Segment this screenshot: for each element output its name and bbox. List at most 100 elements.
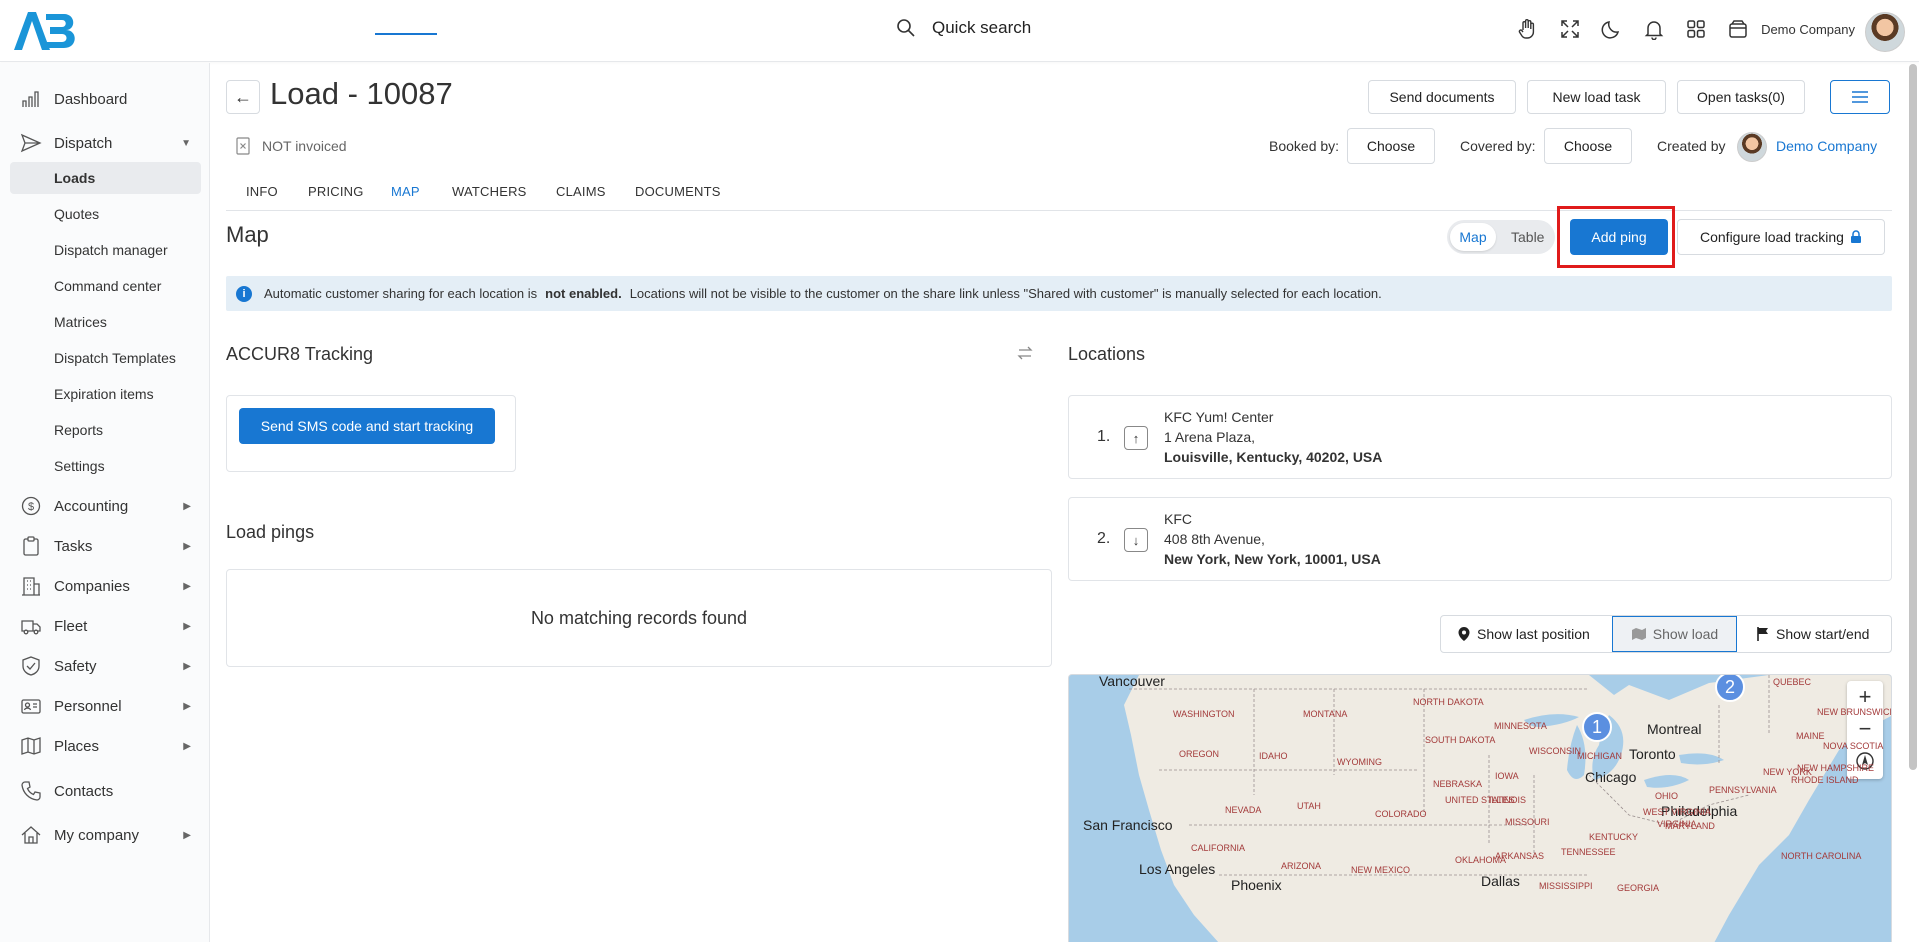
svg-text:$: $ bbox=[28, 501, 34, 513]
map-pin-icon bbox=[1458, 627, 1470, 641]
map-icon bbox=[21, 737, 41, 755]
sidebar-item-safety[interactable]: Safety ▶ bbox=[10, 650, 201, 682]
active-tab-indicator bbox=[375, 33, 437, 35]
map-state-label: WYOMING bbox=[1337, 757, 1382, 767]
sidebar-item-label: Places bbox=[54, 737, 100, 755]
sidebar-subitem-command-center[interactable]: Command center bbox=[10, 270, 201, 302]
hamburger-menu-button[interactable] bbox=[1830, 80, 1890, 114]
map-city-label: San Francisco bbox=[1083, 817, 1173, 833]
quick-search[interactable]: Quick search bbox=[896, 18, 1031, 38]
location-name: KFC bbox=[1164, 511, 1192, 527]
info-icon: i bbox=[236, 285, 252, 302]
sidebar-item-label: Dispatch bbox=[54, 134, 113, 152]
map-stop-pin[interactable]: 1 bbox=[1582, 712, 1612, 742]
sidebar-item-fleet[interactable]: Fleet ▶ bbox=[10, 610, 201, 642]
map-state-label: CALIFORNIA bbox=[1191, 843, 1246, 853]
map-state-label: WEST VIRGINIA bbox=[1643, 807, 1711, 817]
new-load-task-button[interactable]: New load task bbox=[1527, 80, 1666, 114]
map-section-title: Map bbox=[226, 222, 269, 247]
show-load-button[interactable]: Show load bbox=[1612, 616, 1737, 652]
truck-icon bbox=[21, 620, 41, 635]
fullscreen-icon[interactable] bbox=[1559, 18, 1581, 40]
map-city-label: Montreal bbox=[1647, 721, 1702, 737]
sidebar-subitem-quotes[interactable]: Quotes bbox=[10, 198, 201, 230]
company-name[interactable]: Demo Company bbox=[1761, 22, 1855, 37]
send-sms-tracking-button[interactable]: Send SMS code and start tracking bbox=[239, 408, 495, 444]
tab-watchers[interactable]: WATCHERS bbox=[452, 184, 527, 199]
tab-claims[interactable]: CLAIMS bbox=[556, 184, 606, 199]
add-ping-button[interactable]: Add ping bbox=[1570, 219, 1668, 255]
invoice-status: NOT invoiced bbox=[236, 137, 347, 155]
invoice-icon bbox=[236, 137, 250, 155]
banner-prefix: Automatic customer sharing for each loca… bbox=[264, 286, 538, 301]
chevron-right-icon: ▶ bbox=[183, 660, 191, 672]
sidebar-item-places[interactable]: Places ▶ bbox=[10, 730, 201, 762]
location-street: 1 Arena Plaza, bbox=[1164, 429, 1256, 445]
bar-chart-icon bbox=[22, 91, 39, 107]
lock-icon bbox=[1850, 230, 1861, 243]
sidebar-item-personnel[interactable]: Personnel ▶ bbox=[10, 690, 201, 722]
app-logo[interactable] bbox=[12, 8, 82, 52]
sidebar-subitem-settings[interactable]: Settings bbox=[10, 450, 201, 482]
created-by-link[interactable]: Demo Company bbox=[1776, 138, 1877, 154]
map-state-label: GEORGIA bbox=[1617, 883, 1660, 893]
map-state-label: TENNESSEE bbox=[1561, 847, 1616, 857]
map-state-label: COLORADO bbox=[1375, 809, 1427, 819]
toggle-map-button[interactable]: Map bbox=[1450, 223, 1496, 251]
hand-icon[interactable] bbox=[1517, 18, 1539, 40]
send-documents-button[interactable]: Send documents bbox=[1368, 80, 1516, 114]
sidebar-item-tasks[interactable]: Tasks ▶ bbox=[10, 530, 201, 562]
sidebar: Dashboard Dispatch ▼ Loads Quotes Dispat… bbox=[0, 63, 210, 942]
tab-info[interactable]: INFO bbox=[246, 184, 278, 199]
show-last-position-button[interactable]: Show last position bbox=[1457, 616, 1590, 652]
sharing-info-banner: i Automatic customer sharing for each lo… bbox=[226, 276, 1892, 311]
banner-bold: not enabled. bbox=[545, 286, 622, 301]
sidebar-subitem-reports[interactable]: Reports bbox=[10, 414, 201, 446]
tracking-title: ACCUR8 Tracking bbox=[226, 344, 374, 364]
sidebar-item-dashboard[interactable]: Dashboard bbox=[10, 83, 201, 115]
location-name: KFC Yum! Center bbox=[1164, 409, 1274, 425]
back-button[interactable]: ← bbox=[226, 80, 260, 114]
tab-map[interactable]: MAP bbox=[391, 184, 420, 199]
tab-documents[interactable]: DOCUMENTS bbox=[635, 184, 721, 199]
sidebar-subitem-expiration-items[interactable]: Expiration items bbox=[10, 378, 201, 410]
wallet-icon[interactable] bbox=[1727, 18, 1749, 40]
sidebar-item-dispatch[interactable]: Dispatch ▼ bbox=[10, 127, 201, 159]
sidebar-item-companies[interactable]: Companies ▶ bbox=[10, 570, 201, 602]
covered-by-choose-button[interactable]: Choose bbox=[1544, 128, 1632, 164]
route-map[interactable]: + − Vancouver Montreal Toronto Chicago Phila… bbox=[1068, 674, 1892, 942]
phone-icon bbox=[21, 781, 41, 801]
location-number: 1. bbox=[1097, 428, 1111, 445]
map-city-label: Toronto bbox=[1629, 746, 1676, 762]
show-start-end-button[interactable]: Show start/end bbox=[1756, 616, 1869, 652]
sidebar-subitem-dispatch-manager[interactable]: Dispatch manager bbox=[10, 234, 201, 266]
quick-search-label: Quick search bbox=[932, 18, 1032, 37]
dark-mode-icon[interactable] bbox=[1601, 18, 1623, 40]
shield-check-icon bbox=[22, 656, 40, 676]
tab-pricing[interactable]: PRICING bbox=[308, 184, 364, 199]
map-state-label: ILLINOIS bbox=[1489, 795, 1527, 805]
sidebar-subitem-dispatch-templates[interactable]: Dispatch Templates bbox=[10, 342, 201, 374]
apps-grid-icon[interactable] bbox=[1685, 18, 1707, 40]
configure-load-tracking-button[interactable]: Configure load tracking bbox=[1677, 219, 1885, 255]
map-state-label: IOWA bbox=[1495, 771, 1519, 781]
sidebar-subitem-matrices[interactable]: Matrices bbox=[10, 306, 201, 338]
sidebar-subitem-loads[interactable]: Loads bbox=[10, 162, 201, 194]
map-state-label: MONTANA bbox=[1303, 709, 1348, 719]
user-avatar[interactable] bbox=[1865, 12, 1905, 52]
toggle-table-button[interactable]: Table bbox=[1511, 229, 1544, 245]
sidebar-item-accounting[interactable]: $ Accounting ▶ bbox=[10, 490, 201, 522]
booked-by-choose-button[interactable]: Choose bbox=[1347, 128, 1435, 164]
page-scrollbar[interactable] bbox=[1909, 64, 1917, 770]
swap-arrows-icon[interactable] bbox=[1016, 344, 1034, 362]
view-toggle: Map Table bbox=[1447, 220, 1555, 254]
chevron-down-icon: ▼ bbox=[181, 137, 191, 149]
map-city-label: Vancouver bbox=[1099, 674, 1165, 689]
open-tasks-button[interactable]: Open tasks(0) bbox=[1677, 80, 1805, 114]
map-state-label: NEW BRUNSWICK bbox=[1817, 707, 1892, 717]
sidebar-item-contacts[interactable]: Contacts bbox=[10, 775, 201, 807]
created-by-label: Created by bbox=[1657, 138, 1726, 154]
map-city-label: Dallas bbox=[1481, 873, 1520, 889]
notification-bell-icon[interactable] bbox=[1643, 18, 1665, 40]
sidebar-item-my-company[interactable]: My company ▶ bbox=[10, 819, 201, 851]
